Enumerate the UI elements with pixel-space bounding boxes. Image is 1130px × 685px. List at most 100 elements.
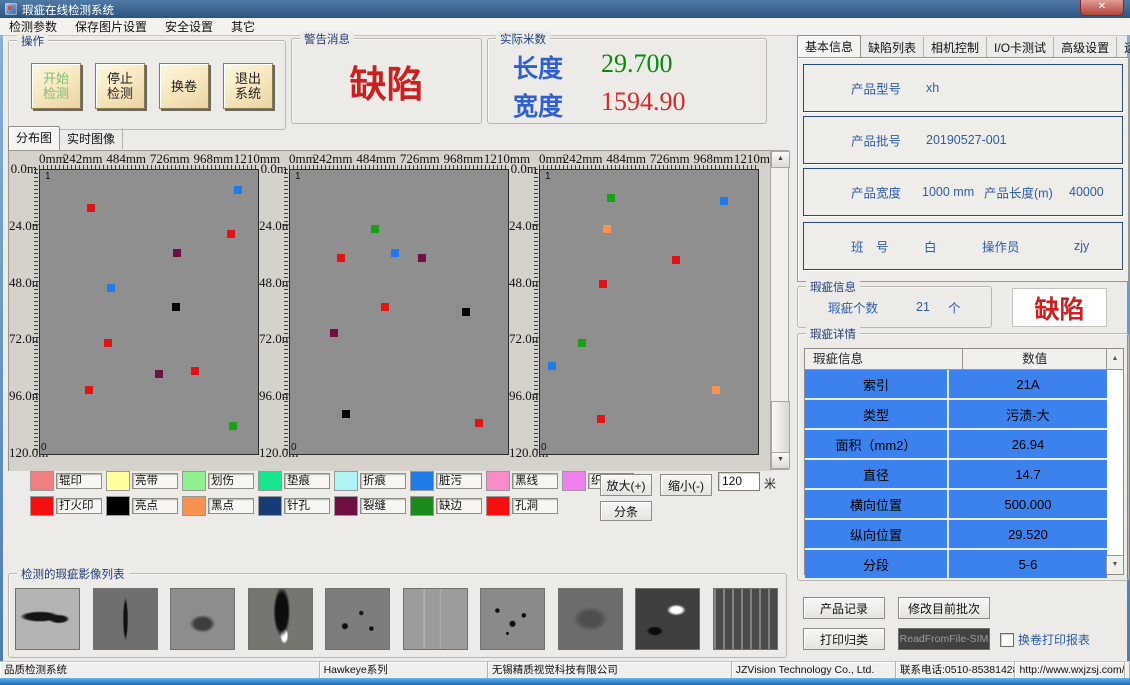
product-record-button[interactable]: 产品记录 [803,597,885,619]
defect-marker[interactable] [371,225,379,233]
defect-marker[interactable] [342,410,350,418]
defect-thumbnail-9[interactable] [635,588,700,650]
legend-color-swatch [106,496,130,516]
legend-label-box[interactable]: 亮点 [132,498,178,514]
defect-thumbnail-5[interactable] [325,588,390,650]
defect-marker[interactable] [107,284,115,292]
table-row[interactable]: 横向位置500.000 [805,490,1107,520]
close-button[interactable]: ✕ [1080,0,1124,16]
defect-marker[interactable] [672,256,680,264]
defect-marker[interactable] [234,186,242,194]
legend-label-box[interactable]: 垫痕 [284,473,330,489]
defect-marker[interactable] [155,370,163,378]
status-segment-5: 联系电话:0510-85381428 [896,662,1015,679]
defect-marker[interactable] [173,249,181,257]
defect-marker[interactable] [599,280,607,288]
defect-summary-group: 瑕疵信息 瑕疵个数 21 个 [797,286,992,328]
defect-marker[interactable] [578,339,586,347]
right-tab-2[interactable]: 缺陷列表 [861,37,924,58]
scroll-up-icon[interactable]: ▲ [771,151,790,168]
right-tab-4[interactable]: I/O卡测试 [987,37,1054,58]
defect-thumbnail-7[interactable] [480,588,545,650]
defect-marker[interactable] [712,386,720,394]
legend-label-box[interactable]: 孔洞 [512,498,558,514]
plot-area[interactable]: 10 [39,169,259,455]
defect-marker[interactable] [381,303,389,311]
view-tab-1[interactable]: 分布图 [8,126,60,150]
legend-label-box[interactable]: 打火印 [56,498,102,514]
defect-marker[interactable] [475,419,483,427]
defect-marker[interactable] [172,303,180,311]
table-row[interactable]: 索引21A [805,370,1107,400]
legend-label-box[interactable]: 黑线 [512,473,558,489]
defect-marker[interactable] [337,254,345,262]
op-button-1[interactable]: 开始 检测 [31,63,81,109]
op-button-3[interactable]: 换卷 [159,63,209,109]
defect-marker[interactable] [418,254,426,262]
plot-area[interactable]: 10 [289,169,509,455]
plots-scrollbar-thumb[interactable] [771,401,790,453]
meters-input[interactable]: 120 [718,472,760,491]
scroll-down-icon[interactable]: ▼ [771,452,790,469]
defect-marker[interactable] [548,362,556,370]
legend-label-box[interactable]: 脏污 [436,473,482,489]
defect-thumbnail-3[interactable] [170,588,235,650]
defect-thumbnail-1[interactable] [15,588,80,650]
legend-label-box[interactable]: 辊印 [56,473,102,489]
op-button-4[interactable]: 退出 系统 [223,63,273,109]
origin-label: 0 [541,442,547,453]
right-tab-1[interactable]: 基本信息 [797,35,861,59]
table-row[interactable]: 纵向位置29.520 [805,520,1107,550]
table-row[interactable]: 分段5-6 [805,550,1107,580]
legend-label-box[interactable]: 亮带 [132,473,178,489]
defect-thumbnail-4[interactable] [248,588,313,650]
table-row[interactable]: 面积（mm2）26.94 [805,430,1107,460]
table-row[interactable]: 类型污渍-大 [805,400,1107,430]
legend-label-box[interactable]: 缺边 [436,498,482,514]
defect-thumbnail-10[interactable] [713,588,778,650]
view-tab-2[interactable]: 实时图像 [60,128,123,149]
menu-item-3[interactable]: 安全设置 [156,17,222,36]
legend-label-box[interactable]: 划伤 [208,473,254,489]
defect-marker[interactable] [330,329,338,337]
defect-thumbnail-2[interactable] [93,588,158,650]
windows-taskbar[interactable] [0,678,1130,685]
defect-marker[interactable] [191,367,199,375]
print-classify-button[interactable]: 打印归类 [803,628,885,650]
defect-marker[interactable] [720,197,728,205]
table-scroll-down-icon[interactable]: ▼ [1106,555,1123,574]
zoom-out-button[interactable]: 缩小(-) [660,474,712,496]
checkbox-icon[interactable] [1000,633,1014,647]
legend-label-box[interactable]: 裂缝 [360,498,406,514]
defect-marker[interactable] [104,339,112,347]
defect-thumbnail-6[interactable] [403,588,468,650]
menu-item-4[interactable]: 其它 [222,17,264,36]
right-tab-5[interactable]: 高级设置 [1054,37,1117,58]
plots-scrollbar[interactable]: ▲ ▼ [770,150,789,470]
defect-thumbnail-8[interactable] [558,588,623,650]
legend-label-box[interactable]: 黑点 [208,498,254,514]
right-tab-3[interactable]: 相机控制 [924,37,987,58]
defect-marker[interactable] [391,249,399,257]
defect-marker[interactable] [462,308,470,316]
right-tab-6[interactable]: 运行状态信息 [1117,37,1130,58]
zoom-in-button[interactable]: 放大(+) [600,474,652,496]
table-scroll-up-icon[interactable]: ▲ [1106,349,1123,369]
defect-marker[interactable] [603,225,611,233]
defect-marker[interactable] [87,204,95,212]
modify-batch-button[interactable]: 修改目前批次 [898,597,990,619]
read-from-file-button[interactable]: ReadFromFile-SIM [898,628,990,650]
menu-item-2[interactable]: 保存图片设置 [66,17,156,36]
defect-marker[interactable] [597,415,605,423]
reprint-checkbox[interactable]: 换卷打印报表 [1000,631,1090,648]
defect-marker[interactable] [229,422,237,430]
legend-label-box[interactable]: 针孔 [284,498,330,514]
split-button[interactable]: 分条 [600,501,652,521]
defect-marker[interactable] [85,386,93,394]
defect-marker[interactable] [607,194,615,202]
table-row[interactable]: 直径14.7 [805,460,1107,490]
defect-marker[interactable] [227,230,235,238]
op-button-2[interactable]: 停止 检测 [95,63,145,109]
plot-area[interactable]: 10 [539,169,759,455]
legend-label-box[interactable]: 折痕 [360,473,406,489]
